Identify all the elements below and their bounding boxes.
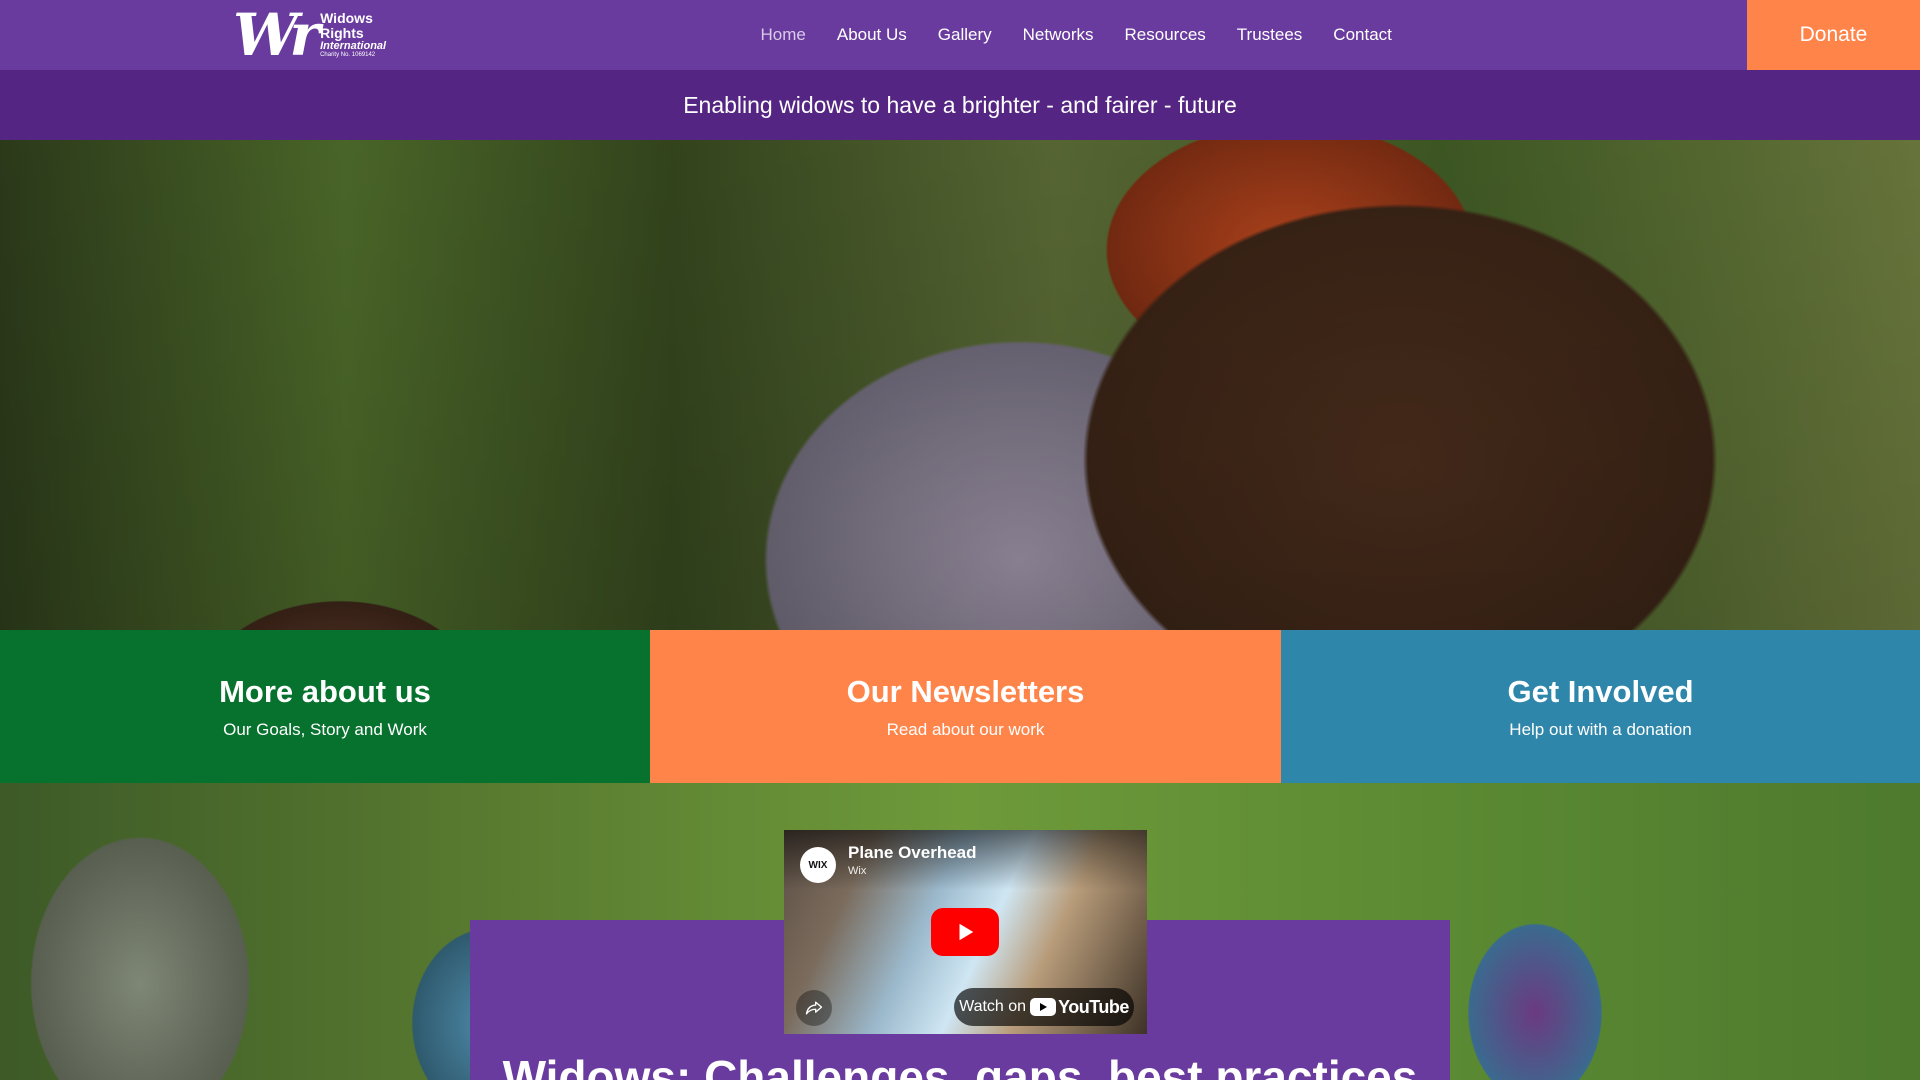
- nav-trustees[interactable]: Trustees: [1221, 25, 1318, 45]
- video-title[interactable]: Plane Overhead: [848, 843, 977, 863]
- nav-resources[interactable]: Resources: [1109, 25, 1221, 45]
- logo-line-1: Widows: [320, 10, 373, 27]
- feature-cards: More about us Our Goals, Story and Work …: [0, 630, 1920, 783]
- card-subtitle: Our Goals, Story and Work: [223, 719, 427, 739]
- play-button[interactable]: [931, 908, 999, 956]
- card-title: More about us: [219, 673, 431, 709]
- share-button[interactable]: [796, 990, 832, 1026]
- site-logo[interactable]: Wr Widows Rights International Charity N…: [233, 6, 403, 64]
- card-subtitle: Help out with a donation: [1509, 719, 1692, 739]
- watch-on-youtube-button[interactable]: Watch on YouTube: [954, 988, 1134, 1026]
- share-icon: [805, 1001, 823, 1015]
- nav-networks[interactable]: Networks: [1007, 25, 1109, 45]
- channel-avatar[interactable]: WIX: [800, 847, 836, 883]
- nav-about-us[interactable]: About Us: [821, 25, 922, 45]
- tagline-banner: Enabling widows to have a brighter - and…: [0, 70, 1920, 140]
- youtube-wordmark: YouTube: [1058, 996, 1129, 1017]
- card-subtitle: Read about our work: [886, 719, 1045, 739]
- logo-line-3: International: [320, 39, 387, 52]
- main-nav: Home About Us Gallery Networks Resources…: [745, 0, 1407, 70]
- youtube-logo: YouTube: [1030, 997, 1129, 1018]
- hero-image: [0, 140, 1920, 630]
- card-title: Get Involved: [1507, 673, 1694, 709]
- logo-line-2: Rights: [320, 25, 364, 42]
- nav-home[interactable]: Home: [745, 25, 821, 45]
- card-title: Our Newsletters: [846, 673, 1085, 709]
- section-heading: Widows: Challenges, gaps, best practices: [502, 1051, 1418, 1080]
- watch-on-label: Watch on: [959, 998, 1027, 1015]
- play-icon: [959, 923, 974, 941]
- logo-text: Widows Rights International Charity No. …: [320, 11, 386, 58]
- donate-button[interactable]: Donate: [1747, 0, 1920, 70]
- card-more-about-us[interactable]: More about us Our Goals, Story and Work: [0, 630, 650, 783]
- video-channel: Wix: [848, 865, 867, 877]
- youtube-play-icon: [1030, 998, 1057, 1016]
- site-header: Wr Widows Rights International Charity N…: [0, 0, 1920, 70]
- card-our-newsletters[interactable]: Our Newsletters Read about our work: [650, 630, 1281, 783]
- nav-contact[interactable]: Contact: [1318, 25, 1408, 45]
- logo-mark: Wr: [233, 1, 320, 69]
- youtube-video-embed[interactable]: WIX Plane Overhead Wix Watch on YouTube: [784, 830, 1147, 1034]
- logo-charity-number: Charity No. 1069142: [320, 52, 376, 59]
- nav-gallery[interactable]: Gallery: [922, 25, 1007, 45]
- card-get-involved[interactable]: Get Involved Help out with a donation: [1281, 630, 1920, 783]
